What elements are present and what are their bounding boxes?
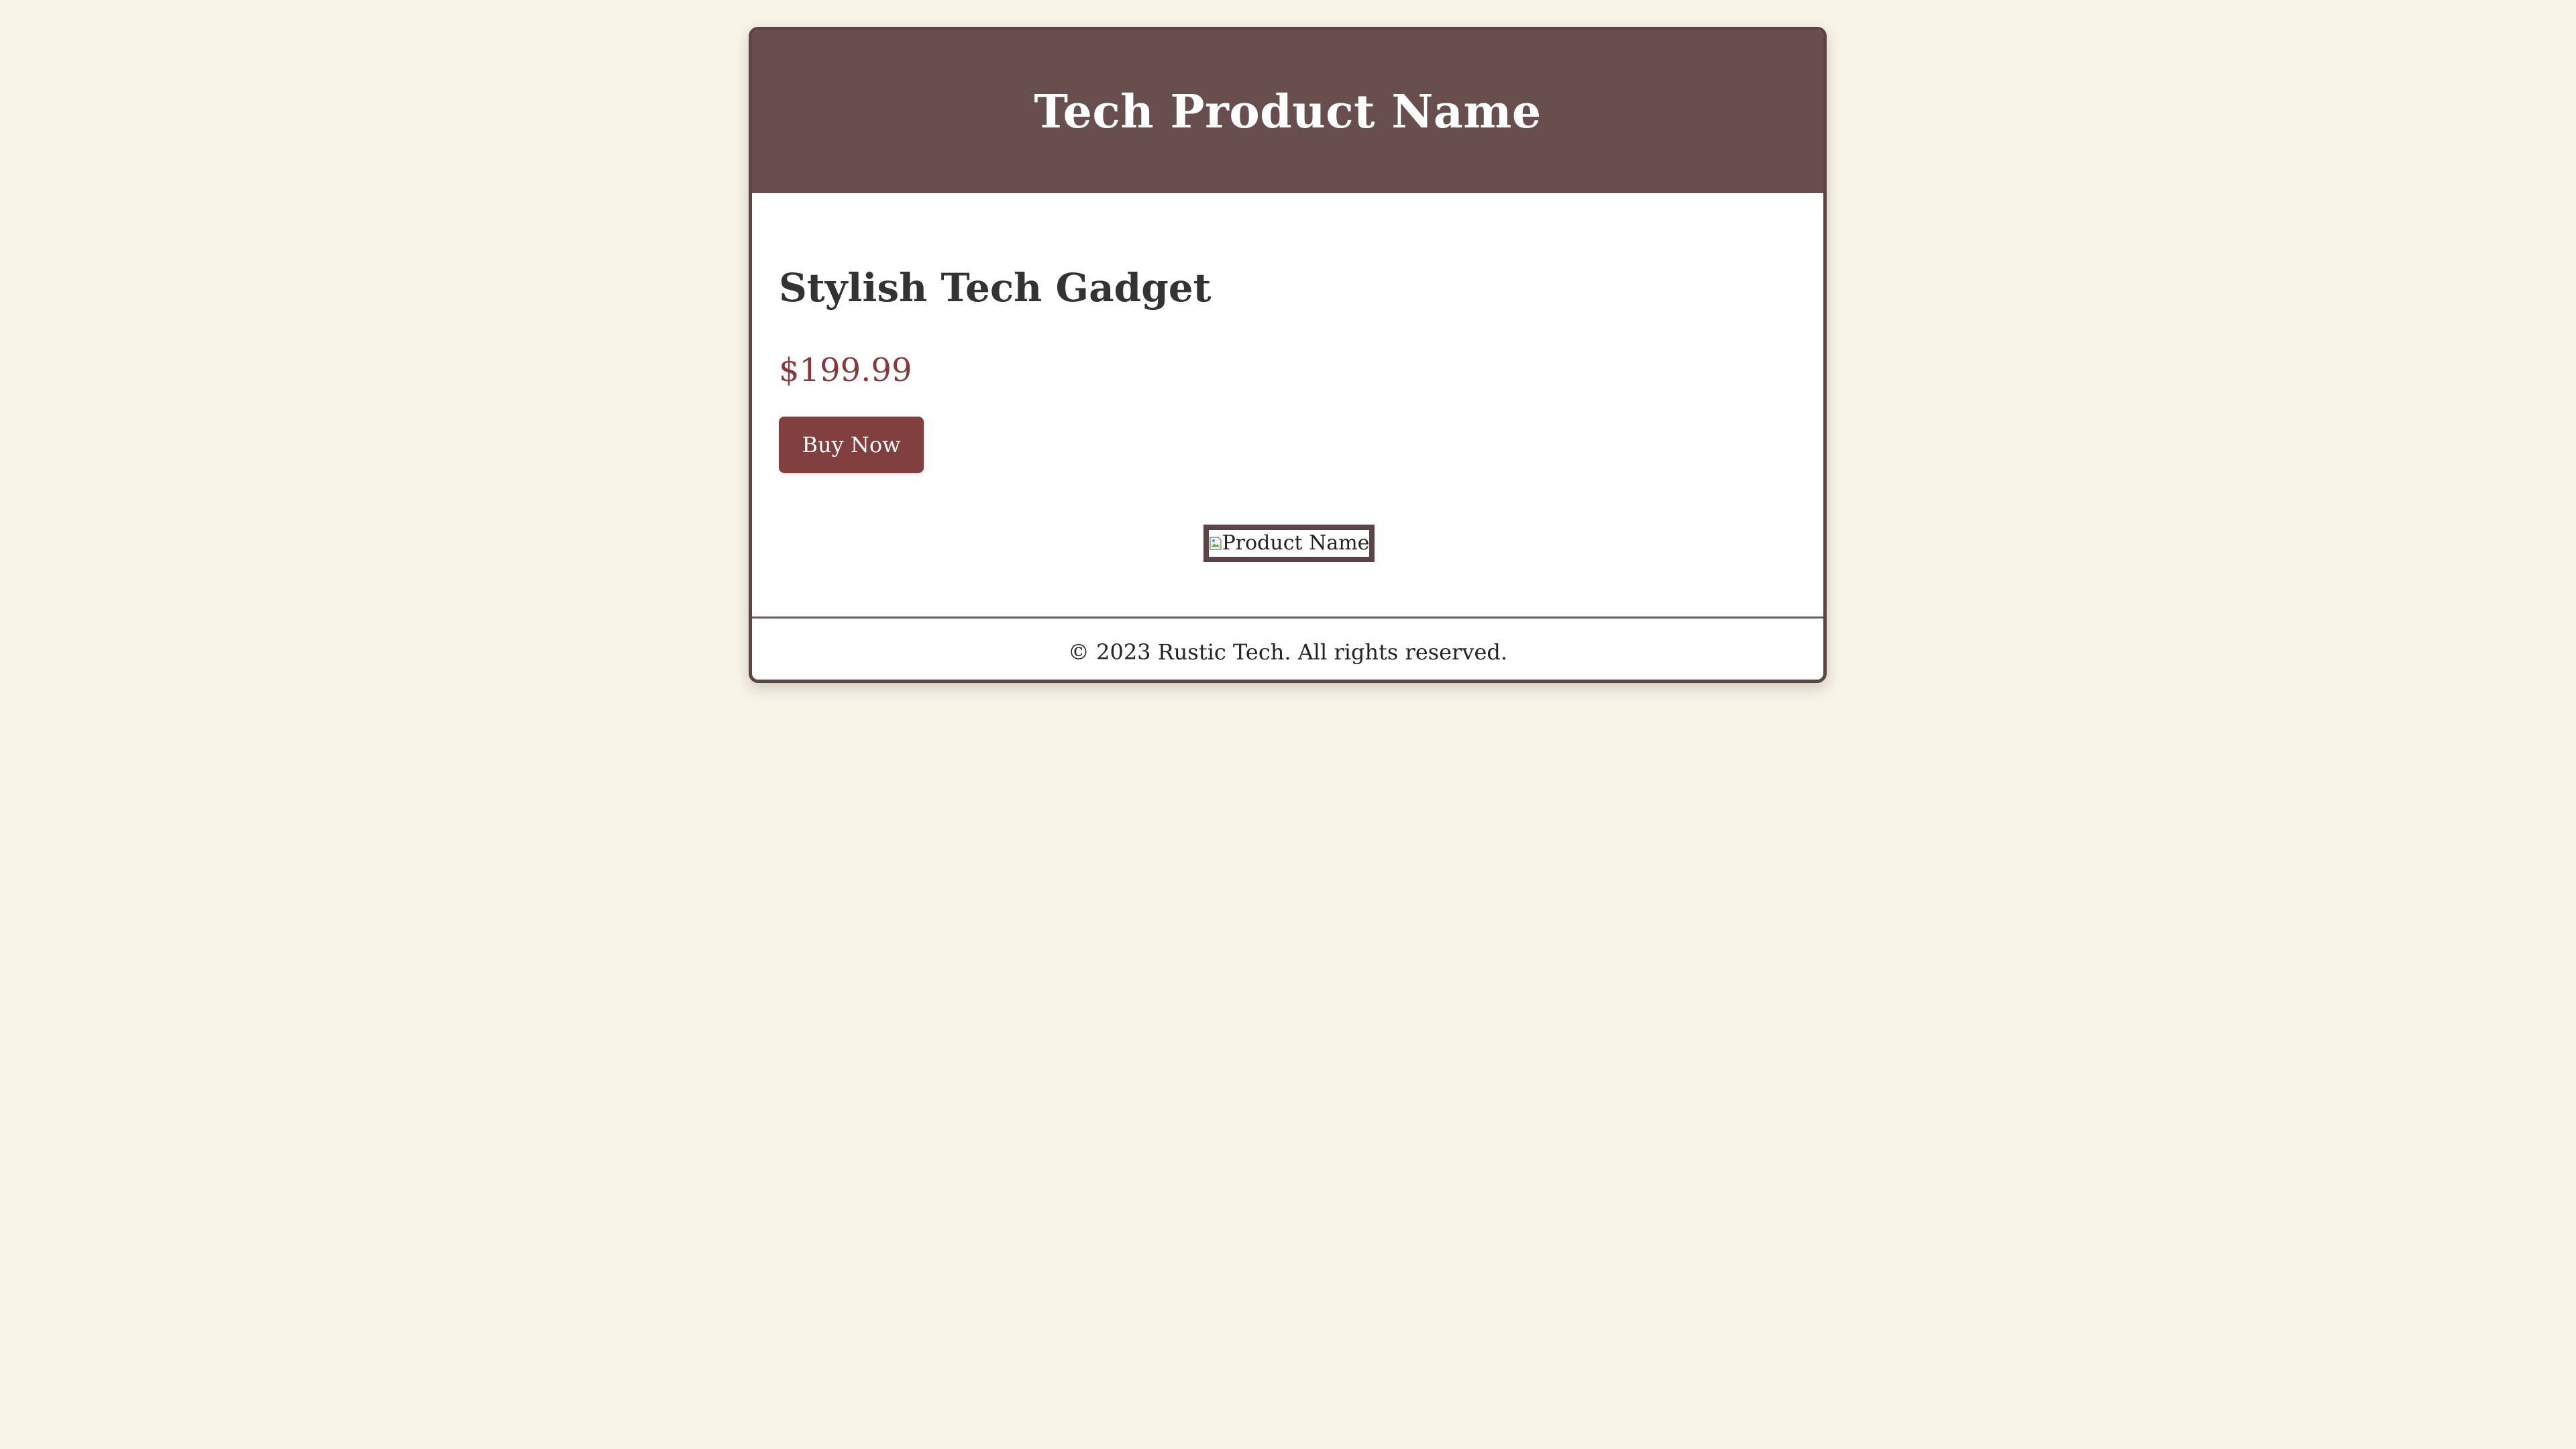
product-image: Product Name xyxy=(1203,525,1375,562)
product-details: Stylish Tech Gadget $199.99 Buy Now Prod… xyxy=(752,193,1823,616)
buy-now-button[interactable]: Buy Now xyxy=(779,417,924,473)
page-footer: © 2023 Rustic Tech. All rights reserved. xyxy=(752,616,1823,680)
product-heading: Stylish Tech Gadget xyxy=(779,265,1212,311)
page-header: Tech Product Name xyxy=(752,30,1823,193)
page-title: Tech Product Name xyxy=(1034,85,1542,139)
product-image-alt-text: Product Name xyxy=(1222,531,1370,555)
product-card: Tech Product Name Stylish Tech Gadget $1… xyxy=(749,27,1827,683)
product-price: $199.99 xyxy=(779,352,912,389)
broken-image-icon xyxy=(1209,536,1222,551)
copyright-text: © 2023 Rustic Tech. All rights reserved. xyxy=(1067,639,1508,665)
